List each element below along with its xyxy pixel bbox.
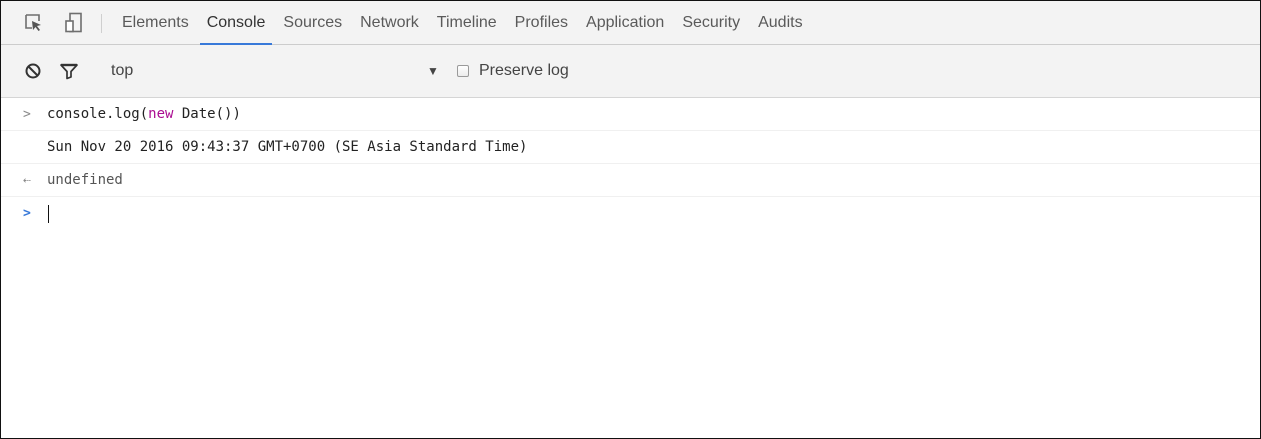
tab-network[interactable]: Network [351, 1, 428, 44]
log-message-text: Sun Nov 20 2016 09:43:37 GMT+0700 (SE As… [47, 139, 528, 155]
tabbar-divider [101, 14, 102, 33]
preserve-log-checkbox[interactable] [457, 65, 469, 77]
dropdown-arrow-icon[interactable]: ▼ [427, 64, 439, 78]
execution-context-select[interactable]: top [111, 45, 471, 97]
tab-console[interactable]: Console [198, 1, 275, 45]
device-mode-icon[interactable] [59, 1, 89, 44]
input-chevron-icon: > [23, 106, 31, 122]
clear-console-icon[interactable] [20, 45, 46, 97]
code-keyword: new [148, 106, 174, 122]
tab-timeline[interactable]: Timeline [428, 1, 506, 44]
panel-tabs: Elements Console Sources Network Timelin… [113, 1, 812, 45]
console-prompt[interactable]: > [1, 197, 1260, 230]
filter-icon[interactable] [56, 45, 82, 97]
tab-audits[interactable]: Audits [749, 1, 811, 44]
devtools-window: Elements Console Sources Network Timelin… [0, 0, 1261, 439]
result-arrow-icon: ⇠ [23, 172, 31, 188]
preserve-log-option[interactable]: Preserve log [457, 45, 569, 97]
tab-elements[interactable]: Elements [113, 1, 198, 44]
tab-application[interactable]: Application [577, 1, 673, 44]
inspect-element-icon[interactable] [19, 1, 49, 44]
console-result-entry: ⇠ undefined [1, 164, 1260, 197]
devtools-tabbar: Elements Console Sources Network Timelin… [1, 1, 1260, 45]
console-input-entry: > console.log(new Date()) [1, 98, 1260, 131]
preserve-log-label: Preserve log [479, 62, 569, 79]
console-messages[interactable]: > console.log(new Date()) Sun Nov 20 201… [1, 98, 1260, 438]
result-value-text: undefined [47, 172, 123, 188]
console-log-entry: Sun Nov 20 2016 09:43:37 GMT+0700 (SE As… [1, 131, 1260, 164]
console-toolbar: top ▼ Preserve log [1, 45, 1260, 98]
tab-sources[interactable]: Sources [274, 1, 351, 44]
tab-security[interactable]: Security [673, 1, 749, 44]
tab-profiles[interactable]: Profiles [506, 1, 577, 44]
execution-context-value: top [111, 62, 134, 79]
prompt-chevron-icon: > [23, 206, 31, 221]
input-code-text: console.log(new Date()) [47, 106, 241, 122]
text-caret [48, 204, 49, 223]
